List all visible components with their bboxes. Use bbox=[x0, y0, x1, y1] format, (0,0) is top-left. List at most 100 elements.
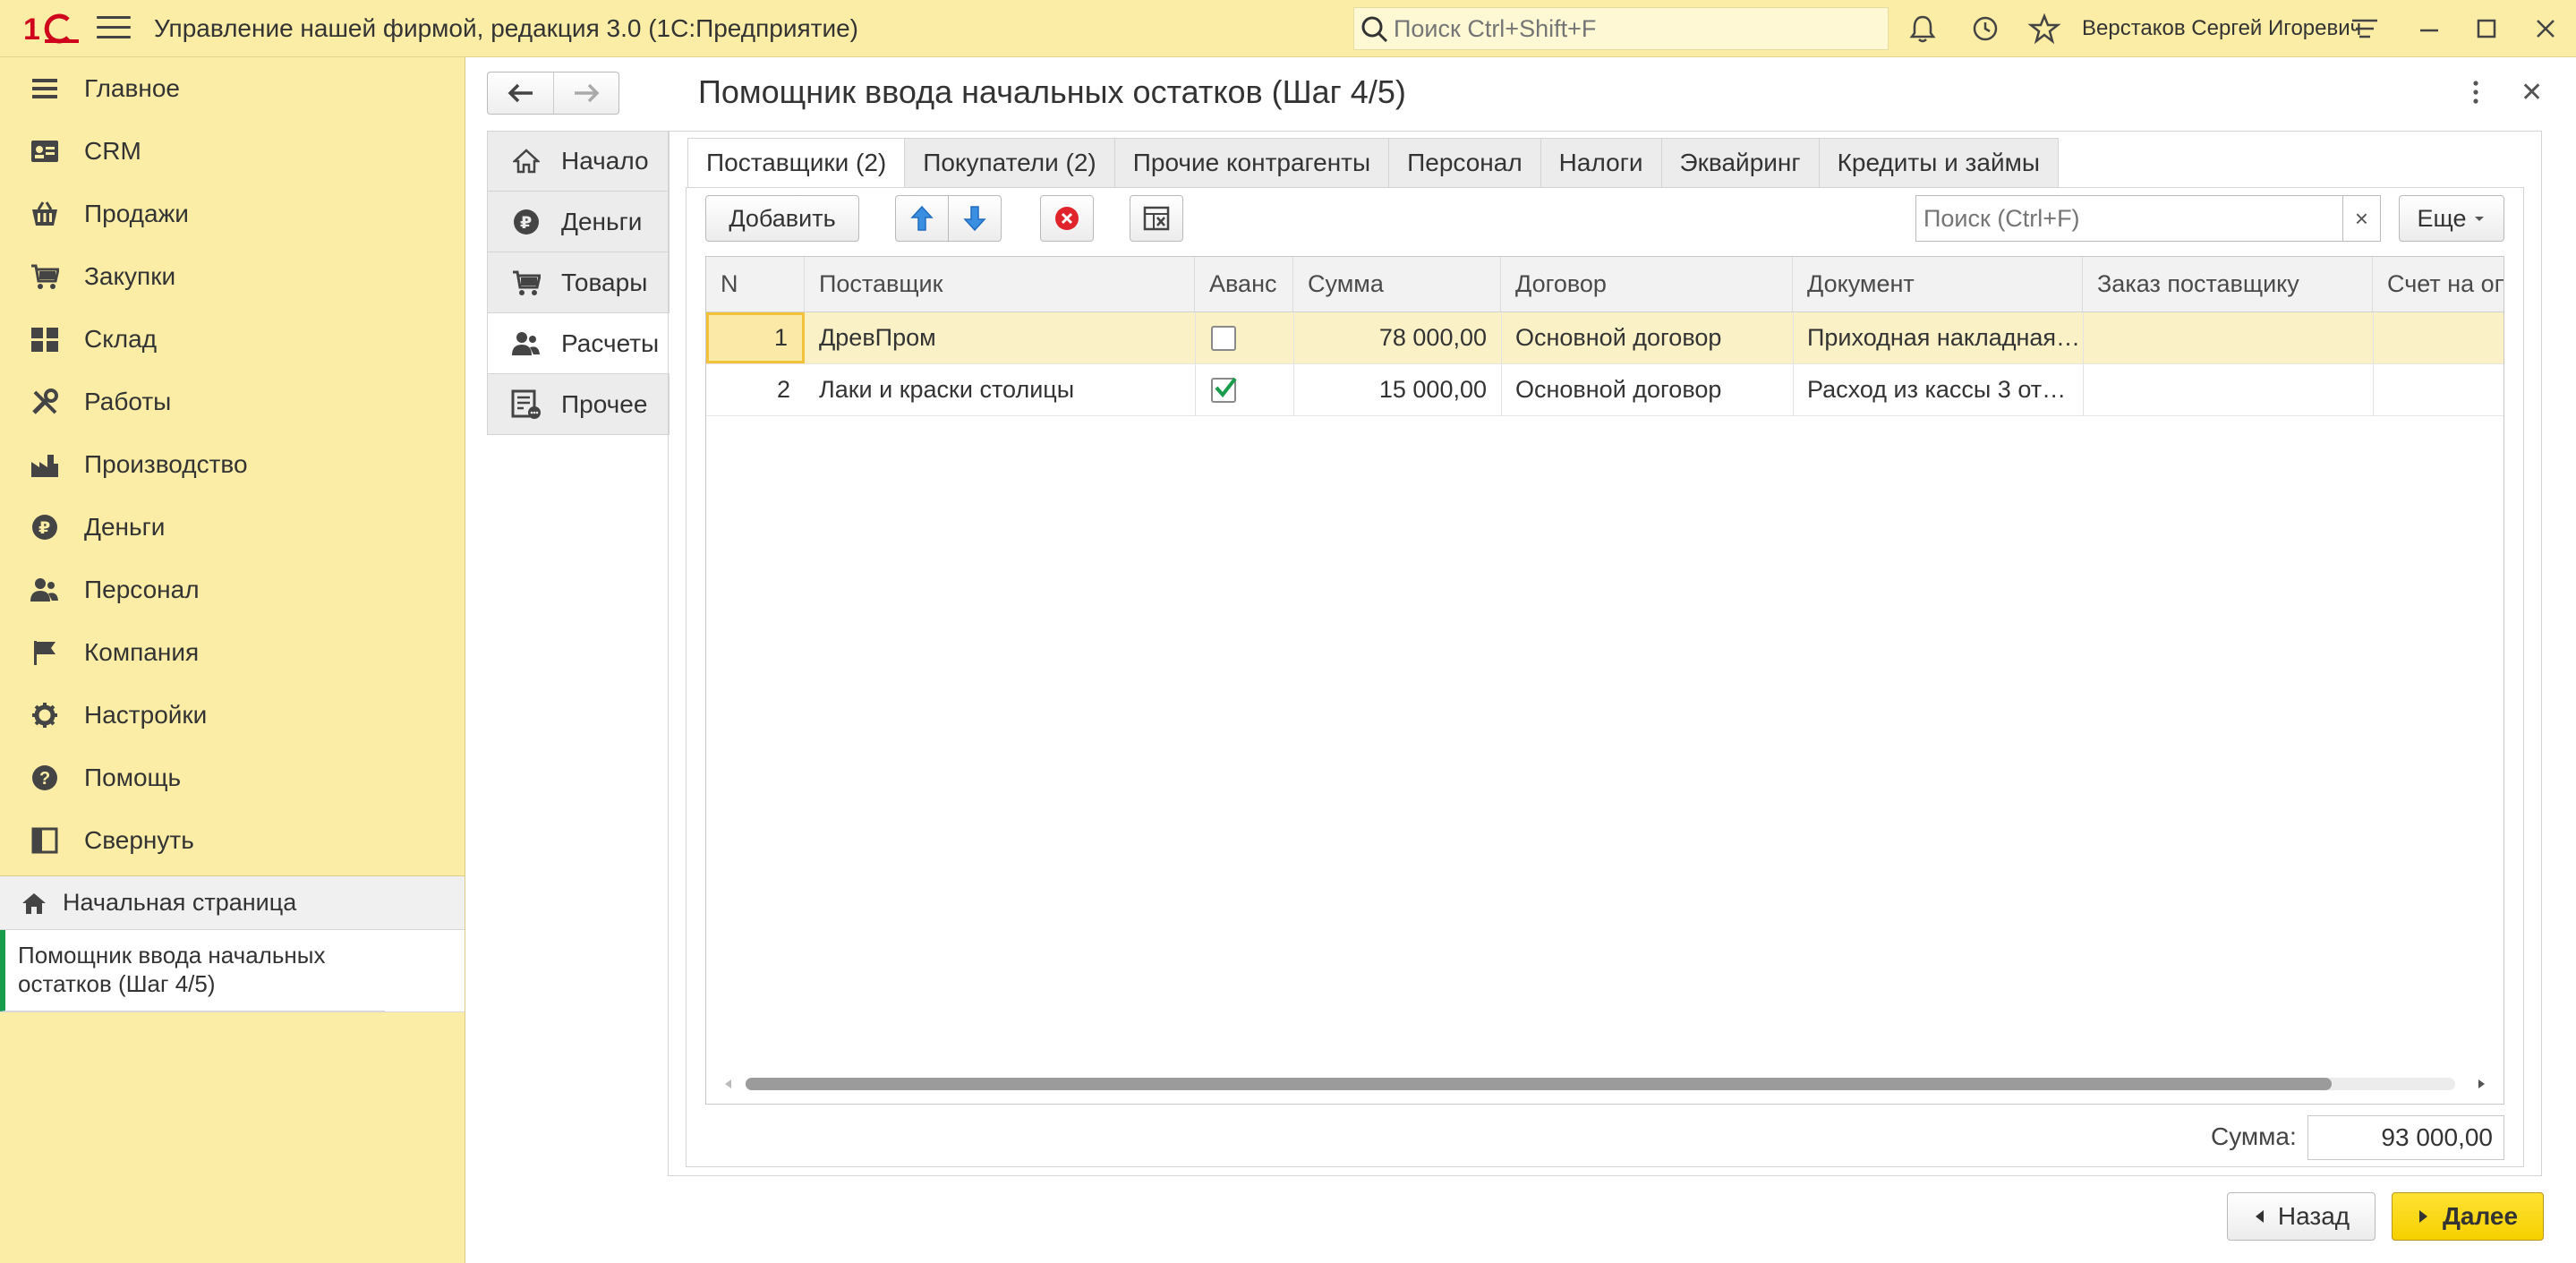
clear-search-button[interactable]: × bbox=[2342, 196, 2380, 241]
global-search-input[interactable] bbox=[1394, 14, 1877, 43]
col-header-n[interactable]: N bbox=[706, 257, 805, 312]
col-header-sum[interactable]: Сумма bbox=[1293, 257, 1501, 312]
cell-contract[interactable]: Основной договор bbox=[1501, 312, 1793, 363]
home-icon bbox=[22, 892, 46, 914]
tab-other-counterparties[interactable]: Прочие контрагенты bbox=[1114, 138, 1390, 188]
search-icon bbox=[1361, 16, 1388, 43]
cell-supplier-order[interactable] bbox=[2083, 312, 2373, 363]
move-down-button[interactable] bbox=[948, 195, 1002, 242]
cell-supplier-order[interactable] bbox=[2083, 364, 2373, 415]
step-other[interactable]: Прочее bbox=[487, 374, 670, 435]
delete-icon bbox=[1055, 207, 1079, 230]
history-icon[interactable] bbox=[1969, 13, 2001, 45]
table-search-input[interactable] bbox=[1916, 204, 2328, 233]
global-search[interactable] bbox=[1353, 7, 1889, 50]
section-crm[interactable]: CRM bbox=[0, 120, 465, 183]
step-start[interactable]: Начало bbox=[487, 131, 670, 192]
cell-invoice[interactable] bbox=[2373, 364, 2503, 415]
tab-suppliers[interactable]: Поставщики (2) bbox=[687, 138, 906, 188]
col-header-document[interactable]: Документ bbox=[1793, 257, 2083, 312]
col-header-contract[interactable]: Договор bbox=[1501, 257, 1793, 312]
table-row[interactable]: 1 ДревПром 78 000,00 Основной договор Пр… bbox=[706, 312, 2503, 364]
section-collapse[interactable]: Свернуть bbox=[0, 809, 465, 872]
col-header-advance[interactable]: Аванс bbox=[1195, 257, 1293, 312]
scroll-right-icon[interactable] bbox=[2475, 1078, 2487, 1090]
cell-advance[interactable] bbox=[1195, 364, 1293, 415]
svg-text:1: 1 bbox=[23, 13, 40, 47]
section-staff[interactable]: Персонал bbox=[0, 559, 465, 621]
fill-from-excel-button[interactable] bbox=[1130, 195, 1183, 242]
col-header-invoice[interactable]: Счет на оплату bbox=[2373, 257, 2503, 312]
triangle-right-icon bbox=[2418, 1210, 2427, 1223]
svg-text:₽: ₽ bbox=[520, 213, 532, 233]
tab-acquiring[interactable]: Эквайринг bbox=[1661, 138, 1820, 188]
sections-nav: Главное CRM Продажи Закупки Склад Работы… bbox=[0, 57, 465, 872]
section-production[interactable]: Производство bbox=[0, 433, 465, 496]
step-goods[interactable]: Товары bbox=[487, 252, 670, 313]
cell-supplier[interactable]: ДревПром bbox=[805, 312, 1195, 363]
warehouse-icon bbox=[30, 325, 59, 354]
cell-n[interactable]: 2 bbox=[706, 364, 805, 415]
advance-checkbox-checked[interactable] bbox=[1211, 377, 1237, 403]
more-button[interactable]: Еще bbox=[2399, 195, 2504, 242]
maximize-icon[interactable] bbox=[2470, 13, 2503, 45]
section-settings[interactable]: Настройки bbox=[0, 684, 465, 747]
bell-icon[interactable] bbox=[1906, 13, 1939, 45]
tab-loans[interactable]: Кредиты и займы bbox=[1819, 138, 2059, 188]
cell-sum[interactable]: 78 000,00 bbox=[1293, 312, 1501, 363]
cell-contract[interactable]: Основной договор bbox=[1501, 364, 1793, 415]
scroll-left-icon[interactable] bbox=[722, 1078, 735, 1090]
ruble-icon: ₽ bbox=[511, 207, 542, 237]
minimize-icon[interactable] bbox=[2413, 13, 2445, 45]
cell-document[interactable]: Расход из кассы 3 от… bbox=[1793, 364, 2083, 415]
step-settlements[interactable]: Расчеты bbox=[487, 313, 670, 374]
section-sales[interactable]: Продажи bbox=[0, 183, 465, 245]
section-main[interactable]: Главное bbox=[0, 57, 465, 120]
cell-invoice[interactable] bbox=[2373, 312, 2503, 363]
cell-document[interactable]: Приходная накладная… bbox=[1793, 312, 2083, 363]
gear-icon bbox=[30, 701, 59, 730]
history-nav bbox=[487, 72, 619, 115]
next-button[interactable]: Далее bbox=[2392, 1192, 2544, 1241]
section-purchases[interactable]: Закупки bbox=[0, 245, 465, 308]
cell-n[interactable]: 1 bbox=[706, 312, 805, 363]
add-button[interactable]: Добавить bbox=[705, 195, 859, 242]
favorites-star-icon[interactable] bbox=[2028, 13, 2060, 45]
help-icon: ? bbox=[30, 764, 59, 792]
table-search[interactable]: × bbox=[1915, 195, 2381, 242]
delete-button[interactable] bbox=[1040, 195, 1094, 242]
tab-customers[interactable]: Покупатели (2) bbox=[905, 138, 1115, 188]
main-menu-icon[interactable] bbox=[97, 16, 131, 41]
tab-staff[interactable]: Персонал bbox=[1389, 138, 1541, 188]
section-help[interactable]: ? Помощь bbox=[0, 747, 465, 809]
close-app-icon[interactable] bbox=[2529, 13, 2562, 45]
scrollbar-thumb[interactable] bbox=[746, 1078, 2332, 1090]
current-user[interactable]: Верстаков Сергей Игоревич bbox=[2082, 16, 2361, 41]
arrow-down-icon bbox=[963, 206, 986, 232]
section-company[interactable]: Компания bbox=[0, 621, 465, 684]
tab-taxes[interactable]: Налоги bbox=[1540, 138, 1662, 188]
section-warehouse[interactable]: Склад bbox=[0, 308, 465, 371]
step-money[interactable]: ₽ Деньги bbox=[487, 192, 670, 252]
basket-icon bbox=[30, 200, 59, 228]
forward-arrow-icon[interactable] bbox=[553, 73, 618, 114]
horizontal-scrollbar[interactable] bbox=[713, 1073, 2496, 1095]
move-up-button[interactable] bbox=[895, 195, 949, 242]
table-row[interactable]: 2 Лаки и краски столицы 15 000,00 Основн… bbox=[706, 364, 2503, 416]
close-form-icon[interactable]: ✕ bbox=[2521, 77, 2543, 108]
cell-sum[interactable]: 15 000,00 bbox=[1293, 364, 1501, 415]
col-header-supplier-order[interactable]: Заказ поставщику bbox=[2083, 257, 2373, 312]
col-header-supplier[interactable]: Поставщик bbox=[805, 257, 1195, 312]
settings-menu-icon[interactable] bbox=[2349, 13, 2381, 45]
form-window: Помощник ввода начальных остатков (Шаг 4… bbox=[465, 57, 2576, 1263]
more-actions-icon[interactable] bbox=[2467, 79, 2485, 106]
home-page-link[interactable]: Начальная страница bbox=[0, 876, 465, 930]
section-works[interactable]: Работы bbox=[0, 371, 465, 433]
cell-supplier[interactable]: Лаки и краски столицы bbox=[805, 364, 1195, 415]
open-window-item[interactable]: Помощник ввода начальных остатков (Шаг 4… bbox=[0, 930, 385, 1011]
back-arrow-icon[interactable] bbox=[488, 73, 553, 114]
advance-checkbox[interactable] bbox=[1211, 325, 1236, 351]
section-money[interactable]: ₽ Деньги bbox=[0, 496, 465, 559]
cell-advance[interactable] bbox=[1195, 312, 1293, 363]
back-button[interactable]: Назад bbox=[2227, 1192, 2376, 1241]
